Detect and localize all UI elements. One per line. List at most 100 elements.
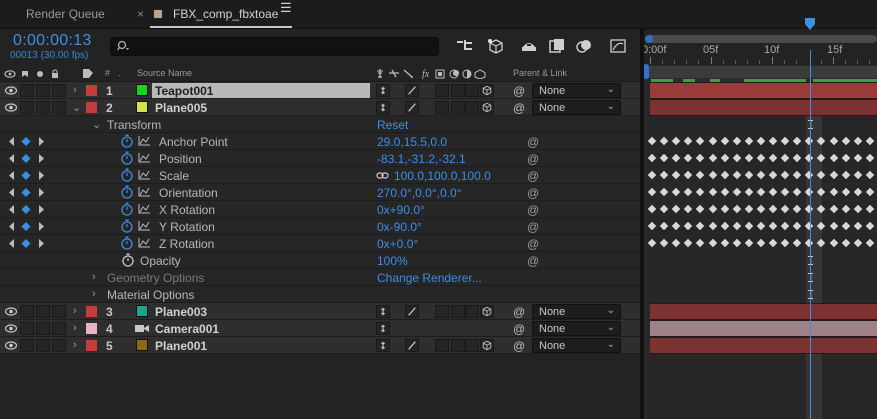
keyframe[interactable]	[696, 221, 705, 231]
stopwatch-icon[interactable]	[120, 168, 134, 182]
keyframe[interactable]	[708, 238, 717, 248]
pick-whip-icon[interactable]: @	[527, 220, 539, 234]
pick-whip-icon[interactable]: @	[527, 237, 539, 251]
graph-editor-icon[interactable]	[609, 38, 627, 54]
keyframe[interactable]	[768, 187, 778, 197]
layer-search-input[interactable]	[110, 37, 439, 56]
keyframe[interactable]	[744, 238, 754, 248]
keyframe[interactable]	[817, 238, 826, 248]
shy-switch-icon[interactable]	[376, 339, 390, 352]
fx-switch[interactable]	[435, 84, 449, 97]
keyframe-track[interactable]	[644, 167, 877, 184]
keyframe[interactable]	[732, 170, 741, 180]
geometry-options-row[interactable]: › Geometry Options Change Renderer...	[0, 269, 640, 286]
layer-duration-bar[interactable]	[650, 82, 877, 99]
motion-blur-switch[interactable]	[465, 101, 479, 114]
audio-switch[interactable]	[20, 339, 34, 352]
property-row[interactable]: Scale 100.0,100.0,100.0 @	[0, 167, 640, 184]
property-row[interactable]: X Rotation 0x+90.0° @	[0, 201, 640, 218]
twirl-expanded-icon[interactable]: ⌄	[92, 118, 101, 131]
keyframe[interactable]	[647, 204, 657, 214]
graph-icon[interactable]	[138, 153, 150, 163]
keyframe[interactable]	[744, 221, 754, 231]
keyframe[interactable]	[780, 238, 790, 248]
tab-comp[interactable]: FBX_comp_fbxtoae	[150, 0, 291, 29]
keyframe[interactable]	[720, 153, 729, 163]
keyframe[interactable]	[756, 136, 766, 146]
pick-whip-icon[interactable]: @	[513, 339, 525, 353]
keyframe[interactable]	[853, 136, 862, 146]
keyframe[interactable]	[792, 238, 802, 248]
twirl-chevron-icon[interactable]: ›	[73, 84, 77, 96]
quality-switch-icon[interactable]	[405, 101, 419, 114]
3d-layer-cube-icon[interactable]	[480, 339, 494, 352]
keyframe[interactable]	[853, 170, 862, 180]
property-value[interactable]: 0x+0.0°	[377, 237, 418, 251]
pick-whip-icon[interactable]: @	[513, 305, 525, 319]
layer-name[interactable]: Plane005	[155, 101, 207, 115]
keyframe[interactable]	[671, 238, 681, 248]
keyframe[interactable]	[853, 187, 862, 197]
keyframe[interactable]	[671, 153, 681, 163]
keyframe[interactable]	[841, 170, 850, 180]
shy-switch-icon[interactable]	[376, 305, 390, 318]
keyframe[interactable]	[817, 204, 826, 214]
time-navigator-bar[interactable]	[645, 35, 877, 43]
keyframe[interactable]	[708, 187, 717, 197]
keyframe[interactable]	[756, 187, 766, 197]
layer-name[interactable]: Plane001	[155, 339, 207, 353]
keyframe[interactable]	[780, 204, 790, 214]
keyframe[interactable]	[768, 221, 778, 231]
keyframe[interactable]	[647, 153, 657, 163]
comp-flowchart-icon[interactable]	[456, 38, 474, 54]
keyframe[interactable]	[720, 187, 729, 197]
3d-layer-cube-icon[interactable]	[480, 84, 494, 97]
keyframe[interactable]	[744, 187, 754, 197]
property-value[interactable]: -83.1,-31.2,-32.1	[377, 152, 466, 166]
keyframe[interactable]	[684, 204, 693, 214]
panel-menu-icon[interactable]: ☰	[280, 0, 292, 16]
keyframe[interactable]	[829, 221, 838, 231]
layer-name[interactable]: Plane003	[155, 305, 207, 319]
keyframe-navigator-icon[interactable]	[6, 136, 46, 147]
tab-render-queue[interactable]: Render Queue	[26, 0, 105, 29]
keyframe[interactable]	[853, 204, 862, 214]
label-color-swatch[interactable]	[86, 85, 97, 96]
visibility-eye-icon[interactable]	[5, 324, 17, 333]
property-value[interactable]: 100.0,100.0,100.0	[394, 169, 491, 183]
stopwatch-icon[interactable]	[120, 202, 134, 216]
stopwatch-icon[interactable]	[120, 134, 134, 148]
keyframe[interactable]	[756, 221, 766, 231]
property-row[interactable]: Z Rotation 0x+0.0° @	[0, 235, 640, 252]
keyframe[interactable]	[768, 238, 778, 248]
keyframe-track[interactable]	[644, 150, 877, 167]
keyframe[interactable]	[780, 136, 790, 146]
layer-duration-bar[interactable]	[650, 99, 877, 116]
pick-whip-icon[interactable]: @	[527, 203, 539, 217]
column-hash[interactable]: #	[105, 68, 110, 78]
keyframe-navigator-icon[interactable]	[6, 238, 46, 249]
pick-whip-icon[interactable]: @	[527, 254, 539, 268]
keyframe[interactable]	[756, 153, 766, 163]
parent-dropdown[interactable]: None ⌄	[532, 321, 621, 336]
keyframe[interactable]	[756, 170, 766, 180]
keyframe[interactable]	[732, 153, 741, 163]
motion-blur-switch[interactable]	[465, 305, 479, 318]
material-options-row[interactable]: › Material Options	[0, 286, 640, 303]
frame-blending-icon[interactable]	[548, 38, 566, 54]
layer-row[interactable]: › 1 Teapot001 @ None ⌄	[0, 82, 640, 99]
3d-layer-cube-icon[interactable]	[480, 101, 494, 114]
keyframe[interactable]	[671, 136, 681, 146]
shy-layers-icon[interactable]	[520, 38, 538, 54]
stopwatch-icon[interactable]	[120, 185, 134, 199]
shy-switch-icon[interactable]	[376, 322, 390, 335]
keyframe[interactable]	[829, 187, 838, 197]
keyframe[interactable]	[671, 204, 681, 214]
keyframe[interactable]	[865, 204, 875, 214]
property-value[interactable]: 100%	[377, 254, 408, 268]
layer-name[interactable]: Teapot001	[155, 84, 213, 98]
lock-switch[interactable]	[52, 101, 66, 114]
layer-duration-bar[interactable]	[650, 303, 877, 320]
keyframe[interactable]	[696, 238, 705, 248]
keyframe[interactable]	[708, 153, 717, 163]
